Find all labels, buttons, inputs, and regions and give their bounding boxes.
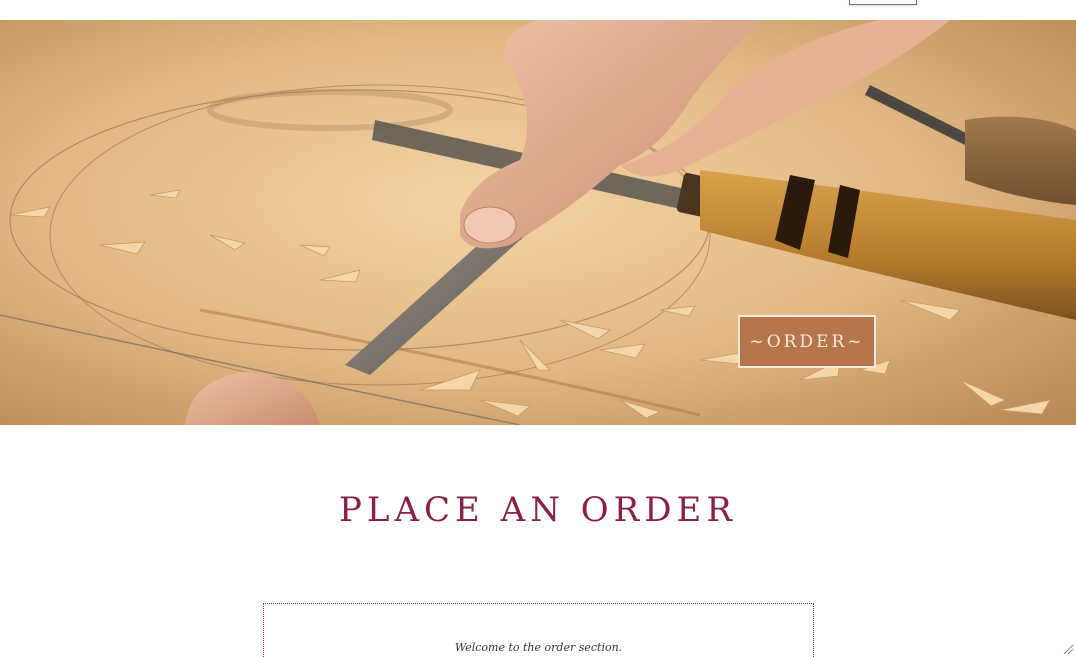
resize-grip-icon[interactable] [1062, 643, 1074, 655]
order-form-box: Welcome to the order section. [263, 603, 814, 657]
page-title: PLACE AN ORDER [339, 490, 737, 530]
header-menu-tab[interactable] [849, 0, 917, 5]
page: ~ORDER~ PLACE AN ORDER Welcome to the or… [0, 0, 1076, 657]
order-button[interactable]: ~ORDER~ [738, 315, 876, 368]
welcome-text: Welcome to the order section. [454, 641, 623, 654]
header-strip [0, 0, 1076, 20]
woodcarving-chisel-hero-image [0, 20, 1076, 425]
hero-banner: ~ORDER~ [0, 20, 1076, 425]
